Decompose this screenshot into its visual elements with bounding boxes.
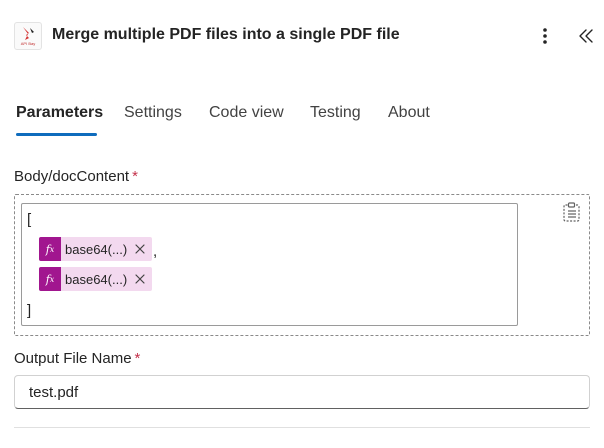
- double-chevron-left-icon: [579, 29, 593, 43]
- expression-token-label: base64(...): [65, 241, 128, 257]
- logo-text: API Bay: [20, 41, 36, 46]
- collapse-panel-button[interactable]: [572, 22, 600, 50]
- tab-parameters[interactable]: Parameters: [16, 104, 103, 122]
- expression-token-label: base64(...): [65, 271, 128, 287]
- expression-token[interactable]: fx base64(...): [39, 237, 153, 261]
- connector-logo: API Bay: [14, 22, 42, 50]
- required-mark: *: [132, 168, 138, 185]
- remove-token-button[interactable]: [132, 267, 148, 291]
- more-vertical-icon: [543, 28, 547, 44]
- close-icon: [135, 274, 145, 284]
- tab-code-view[interactable]: Code view: [209, 104, 284, 122]
- tab-settings[interactable]: Settings: [124, 104, 182, 122]
- tab-about[interactable]: About: [388, 104, 430, 122]
- section-divider: [14, 427, 590, 428]
- page-title: Merge multiple PDF files into a single P…: [52, 26, 400, 43]
- active-tab-indicator: [16, 133, 97, 136]
- open-bracket: [: [27, 211, 32, 228]
- close-bracket: ]: [27, 302, 32, 319]
- remove-token-button[interactable]: [132, 237, 148, 261]
- switch-input-mode-button[interactable]: [560, 201, 584, 223]
- panel-header: API Bay Merge multiple PDF files into a …: [0, 0, 604, 72]
- expression-token[interactable]: fx base64(...): [39, 267, 153, 291]
- output-file-name-label: Output File Name *: [14, 350, 140, 367]
- output-file-name-label-text: Output File Name: [14, 350, 132, 367]
- doc-content-label-text: Body/docContent: [14, 168, 130, 185]
- doc-content-editor[interactable]: [21, 203, 518, 326]
- tab-testing[interactable]: Testing: [310, 104, 361, 122]
- required-mark: *: [134, 350, 141, 367]
- function-icon: fx: [39, 237, 61, 261]
- close-icon: [135, 244, 145, 254]
- more-options-button[interactable]: [532, 22, 558, 50]
- function-icon: fx: [39, 267, 61, 291]
- output-file-name-input[interactable]: [14, 375, 590, 409]
- doc-content-label: Body/docContent *: [14, 168, 138, 185]
- array-separator: ,: [153, 243, 158, 260]
- clipboard-list-icon: [563, 202, 580, 222]
